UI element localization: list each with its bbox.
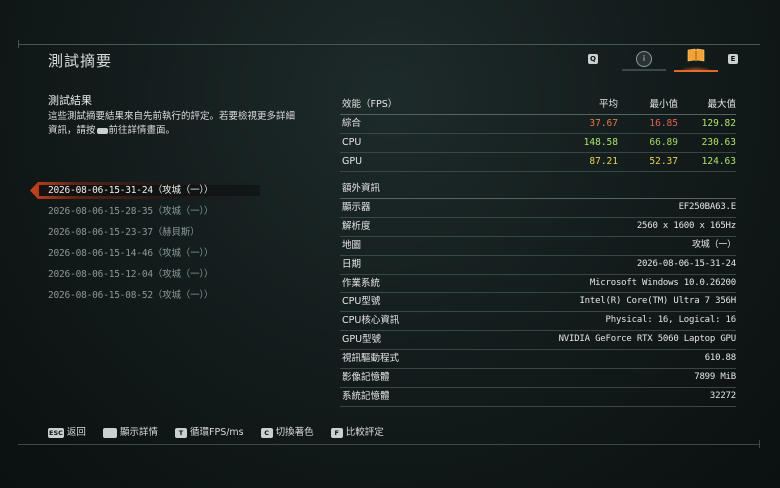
q-key-icon[interactable]: Q <box>588 54 598 64</box>
toggle-color-button[interactable]: C 切換著色 <box>260 424 314 438</box>
page-title: 測試摘要 <box>48 52 113 70</box>
extra-info-table: 額外資訊 顯示器 EF250BA63.E 解析度 2560 x 1600 x 165… <box>340 180 736 407</box>
performance-row-overall: 綜合 37.67 16.85 129.82 <box>340 115 736 134</box>
performance-row-gpu: GPU 87.21 52.37 124.63 <box>340 153 736 172</box>
book-icon <box>687 48 705 62</box>
extra-info-row: CPU型號 Intel(R) Core(TM) Ultra 7 356H <box>340 293 736 313</box>
compare-button[interactable]: F 比較評定 <box>330 424 384 438</box>
history-list: 2026-08-06-15-31-24（攻城（一）） 2026-08-06-15… <box>30 180 290 306</box>
performance-table: 效能（FPS） 平均 最小值 最大值 綜合 37.67 16.85 129.82… <box>340 96 736 172</box>
details-key-icon <box>96 127 108 134</box>
extra-info-row: 顯示器 EF250BA63.E <box>340 199 736 218</box>
extra-info-row: 解析度 2560 x 1600 x 165Hz <box>340 218 736 237</box>
history-item[interactable]: 2026-08-06-15-08-52（攻城（一）） <box>30 285 290 306</box>
results-heading: 測試結果 <box>48 94 92 107</box>
details-key-icon <box>102 427 117 438</box>
performance-row-cpu: CPU 148.58 66.89 230.63 <box>340 134 736 153</box>
extra-info-row: 影像記憶體 7899 MiB <box>340 369 736 388</box>
cycle-fps-ms-button[interactable]: T 循環FPS/ms <box>175 424 244 438</box>
extra-info-row: 作業系統 Microsoft Windows 10.0.26200 <box>340 275 736 294</box>
frame-top-line <box>18 40 760 48</box>
esc-key-icon: ESC <box>48 427 64 438</box>
show-details-button[interactable]: 顯示詳情 <box>102 424 158 438</box>
f-key-icon: F <box>330 427 343 438</box>
results-description: 這些測試摘要結果來自先前執行的評定。若要檢視更多詳細資訊，請按 前往詳情畫面。 <box>48 111 296 136</box>
t-key-icon: T <box>175 427 187 438</box>
back-button[interactable]: ESC 返回 <box>48 424 86 438</box>
history-item[interactable]: 2026-08-06-15-28-35（攻城（一）） <box>30 201 290 222</box>
extra-info-row: 視訊驅動程式 610.88 <box>340 350 736 370</box>
tab-summary[interactable] <box>674 46 718 72</box>
extra-info-row: GPU型號 NVIDIA GeForce RTX 5060 Laptop GPU <box>340 331 736 351</box>
extra-info-row: 地圖 攻城（一） <box>340 237 736 256</box>
e-key-icon[interactable]: E <box>728 54 738 64</box>
extra-info-row: 日期 2026-08-06-15-31-24 <box>340 256 736 275</box>
frame-bottom-line <box>18 440 760 448</box>
tab-info[interactable]: i <box>622 49 666 71</box>
history-item[interactable]: 2026-08-06-15-23-37（赫貝斯） <box>30 222 290 243</box>
history-item[interactable]: 2026-08-06-15-14-46（攻城（一）） <box>30 243 290 264</box>
performance-header-row: 效能（FPS） 平均 最小值 最大值 <box>340 96 736 115</box>
history-item[interactable]: 2026-08-06-15-12-04（攻城（一）） <box>30 264 290 285</box>
info-icon: i <box>636 51 652 67</box>
c-key-icon: C <box>260 427 273 438</box>
extra-info-heading: 額外資訊 <box>340 180 736 199</box>
extra-info-row: CPU核心資訊 Physical: 16, Logical: 16 <box>340 312 736 332</box>
history-item[interactable]: 2026-08-06-15-31-24（攻城（一）） <box>30 180 290 201</box>
extra-info-row: 系統記憶體 32272 <box>340 388 736 407</box>
footer-key-hints: ESC 返回 顯示詳情 T 循環FPS/ms C 切換著色 F 比較評定 <box>48 424 398 438</box>
